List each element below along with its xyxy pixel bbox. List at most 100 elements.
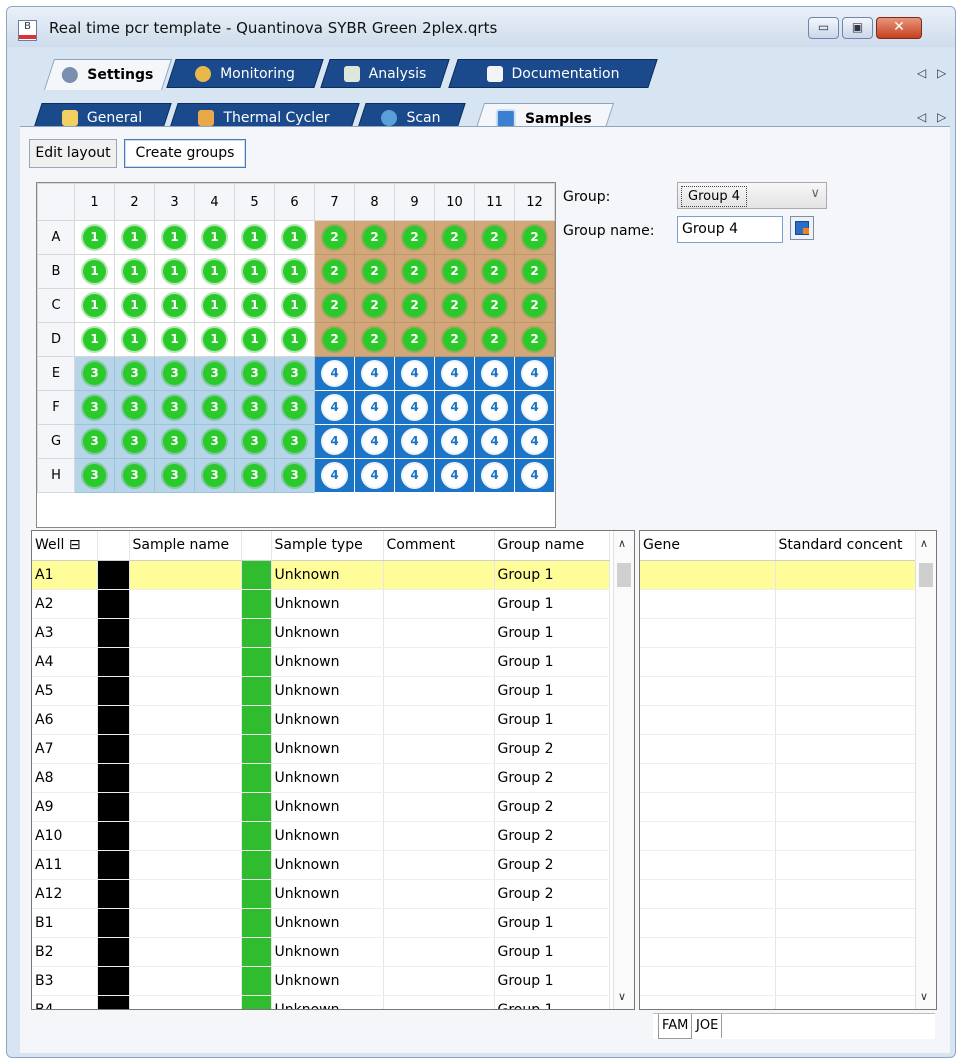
plate-well[interactable]: 1 bbox=[114, 254, 155, 289]
cell-sample-type[interactable]: Unknown bbox=[271, 821, 384, 851]
plate-well[interactable]: 2 bbox=[314, 288, 355, 323]
plate-well[interactable]: 1 bbox=[114, 220, 155, 255]
plate-well[interactable]: 2 bbox=[354, 254, 395, 289]
cell-standard-concentration[interactable] bbox=[775, 618, 917, 648]
scroll-thumb[interactable] bbox=[617, 563, 631, 587]
plate-well[interactable]: 4 bbox=[514, 424, 555, 459]
cell-sample-name[interactable] bbox=[129, 589, 242, 619]
plate-well[interactable]: 3 bbox=[154, 424, 195, 459]
table-row[interactable]: A7 Unknown Group 2 bbox=[32, 734, 610, 764]
plate-well[interactable]: 2 bbox=[314, 254, 355, 289]
cell-standard-concentration[interactable] bbox=[775, 560, 917, 590]
cell-group-name[interactable]: Group 1 bbox=[494, 937, 610, 967]
cell-color-swatch[interactable] bbox=[97, 966, 130, 996]
plate-row-header[interactable]: B bbox=[37, 254, 75, 289]
table-row[interactable] bbox=[640, 821, 917, 851]
table-row[interactable] bbox=[640, 763, 917, 793]
cell-type-swatch[interactable] bbox=[241, 937, 272, 967]
cell-color-swatch[interactable] bbox=[97, 734, 130, 764]
cell-group-name[interactable]: Group 2 bbox=[494, 792, 610, 822]
cell-standard-concentration[interactable] bbox=[775, 589, 917, 619]
cell-sample-name[interactable] bbox=[129, 792, 242, 822]
plate-row-header[interactable]: D bbox=[37, 322, 75, 357]
plate-row-header[interactable]: A bbox=[37, 220, 75, 255]
cell-sample-name[interactable] bbox=[129, 763, 242, 793]
cell-type-swatch[interactable] bbox=[241, 589, 272, 619]
table-row[interactable] bbox=[640, 647, 917, 677]
title-bar[interactable]: B Real time pcr template - Quantinova SY… bbox=[7, 7, 955, 47]
plate-column-header[interactable]: 1 bbox=[74, 183, 115, 221]
scroll-down-icon[interactable]: ∨ bbox=[920, 990, 928, 1003]
plate-well[interactable]: 4 bbox=[434, 356, 475, 391]
cell-comment[interactable] bbox=[383, 734, 495, 764]
plate-column-header[interactable]: 8 bbox=[354, 183, 395, 221]
col-gene[interactable]: Gene bbox=[640, 531, 776, 561]
cell-well[interactable]: A9 bbox=[32, 792, 98, 822]
cell-group-name[interactable]: Group 2 bbox=[494, 879, 610, 909]
table-row[interactable] bbox=[640, 560, 917, 590]
plate-well[interactable]: 1 bbox=[114, 288, 155, 323]
cell-sample-type[interactable]: Unknown bbox=[271, 937, 384, 967]
cell-comment[interactable] bbox=[383, 589, 495, 619]
plate-well[interactable]: 3 bbox=[194, 356, 235, 391]
plate-row-header[interactable]: F bbox=[37, 390, 75, 425]
cell-group-name[interactable]: Group 1 bbox=[494, 908, 610, 938]
table-row[interactable]: A4 Unknown Group 1 bbox=[32, 647, 610, 677]
plate-well[interactable]: 2 bbox=[514, 288, 555, 323]
plate-well[interactable]: 1 bbox=[234, 254, 275, 289]
cell-comment[interactable] bbox=[383, 618, 495, 648]
plate-well[interactable]: 4 bbox=[394, 458, 435, 493]
plate-well[interactable]: 4 bbox=[354, 458, 395, 493]
plate-well[interactable]: 2 bbox=[434, 220, 475, 255]
cell-well[interactable]: B1 bbox=[32, 908, 98, 938]
table-row[interactable]: A9 Unknown Group 2 bbox=[32, 792, 610, 822]
cell-comment[interactable] bbox=[383, 908, 495, 938]
plate-well[interactable]: 3 bbox=[114, 458, 155, 493]
plate-well[interactable]: 4 bbox=[474, 390, 515, 425]
cell-sample-name[interactable] bbox=[129, 618, 242, 648]
cell-sample-type[interactable]: Unknown bbox=[271, 995, 384, 1009]
minimize-button[interactable]: ▭ bbox=[808, 17, 839, 39]
plate-well[interactable]: 4 bbox=[314, 390, 355, 425]
plate-well[interactable]: 4 bbox=[434, 424, 475, 459]
plate-well[interactable]: 1 bbox=[274, 220, 315, 255]
cell-sample-name[interactable] bbox=[129, 647, 242, 677]
plate-well[interactable]: 1 bbox=[154, 288, 195, 323]
tab-monitoring[interactable]: Monitoring bbox=[166, 59, 324, 88]
cell-type-swatch[interactable] bbox=[241, 850, 272, 880]
cell-gene[interactable] bbox=[640, 908, 776, 938]
tab-documentation[interactable]: Documentation bbox=[448, 59, 658, 88]
cell-sample-type[interactable]: Unknown bbox=[271, 850, 384, 880]
cell-sample-type[interactable]: Unknown bbox=[271, 647, 384, 677]
table-row[interactable]: B1 Unknown Group 1 bbox=[32, 908, 610, 938]
table-row[interactable]: A8 Unknown Group 2 bbox=[32, 763, 610, 793]
cell-gene[interactable] bbox=[640, 676, 776, 706]
cell-group-name[interactable]: Group 1 bbox=[494, 647, 610, 677]
cell-sample-name[interactable] bbox=[129, 734, 242, 764]
plate-well[interactable]: 3 bbox=[194, 390, 235, 425]
plate-well[interactable]: 2 bbox=[474, 288, 515, 323]
plate-well[interactable]: 2 bbox=[474, 254, 515, 289]
plate-well[interactable]: 2 bbox=[354, 220, 395, 255]
table-row[interactable]: B4 Unknown Group 1 bbox=[32, 995, 610, 1009]
plate-well[interactable]: 4 bbox=[514, 458, 555, 493]
cell-sample-name[interactable] bbox=[129, 850, 242, 880]
plate-well[interactable]: 4 bbox=[314, 458, 355, 493]
plate-well[interactable]: 2 bbox=[354, 322, 395, 357]
cell-sample-type[interactable]: Unknown bbox=[271, 908, 384, 938]
plate-well[interactable]: 1 bbox=[74, 288, 115, 323]
cell-group-name[interactable]: Group 1 bbox=[494, 995, 610, 1009]
cell-standard-concentration[interactable] bbox=[775, 937, 917, 967]
table-row[interactable]: B3 Unknown Group 1 bbox=[32, 966, 610, 996]
plate-well[interactable]: 1 bbox=[74, 254, 115, 289]
cell-gene[interactable] bbox=[640, 647, 776, 677]
cell-gene[interactable] bbox=[640, 589, 776, 619]
plate-well[interactable]: 4 bbox=[394, 424, 435, 459]
plate-well[interactable]: 1 bbox=[274, 322, 315, 357]
cell-type-swatch[interactable] bbox=[241, 734, 272, 764]
table-row[interactable]: A5 Unknown Group 1 bbox=[32, 676, 610, 706]
cell-type-swatch[interactable] bbox=[241, 792, 272, 822]
plate-well[interactable]: 4 bbox=[434, 390, 475, 425]
plate-column-header[interactable]: 3 bbox=[154, 183, 195, 221]
cell-comment[interactable] bbox=[383, 995, 495, 1009]
